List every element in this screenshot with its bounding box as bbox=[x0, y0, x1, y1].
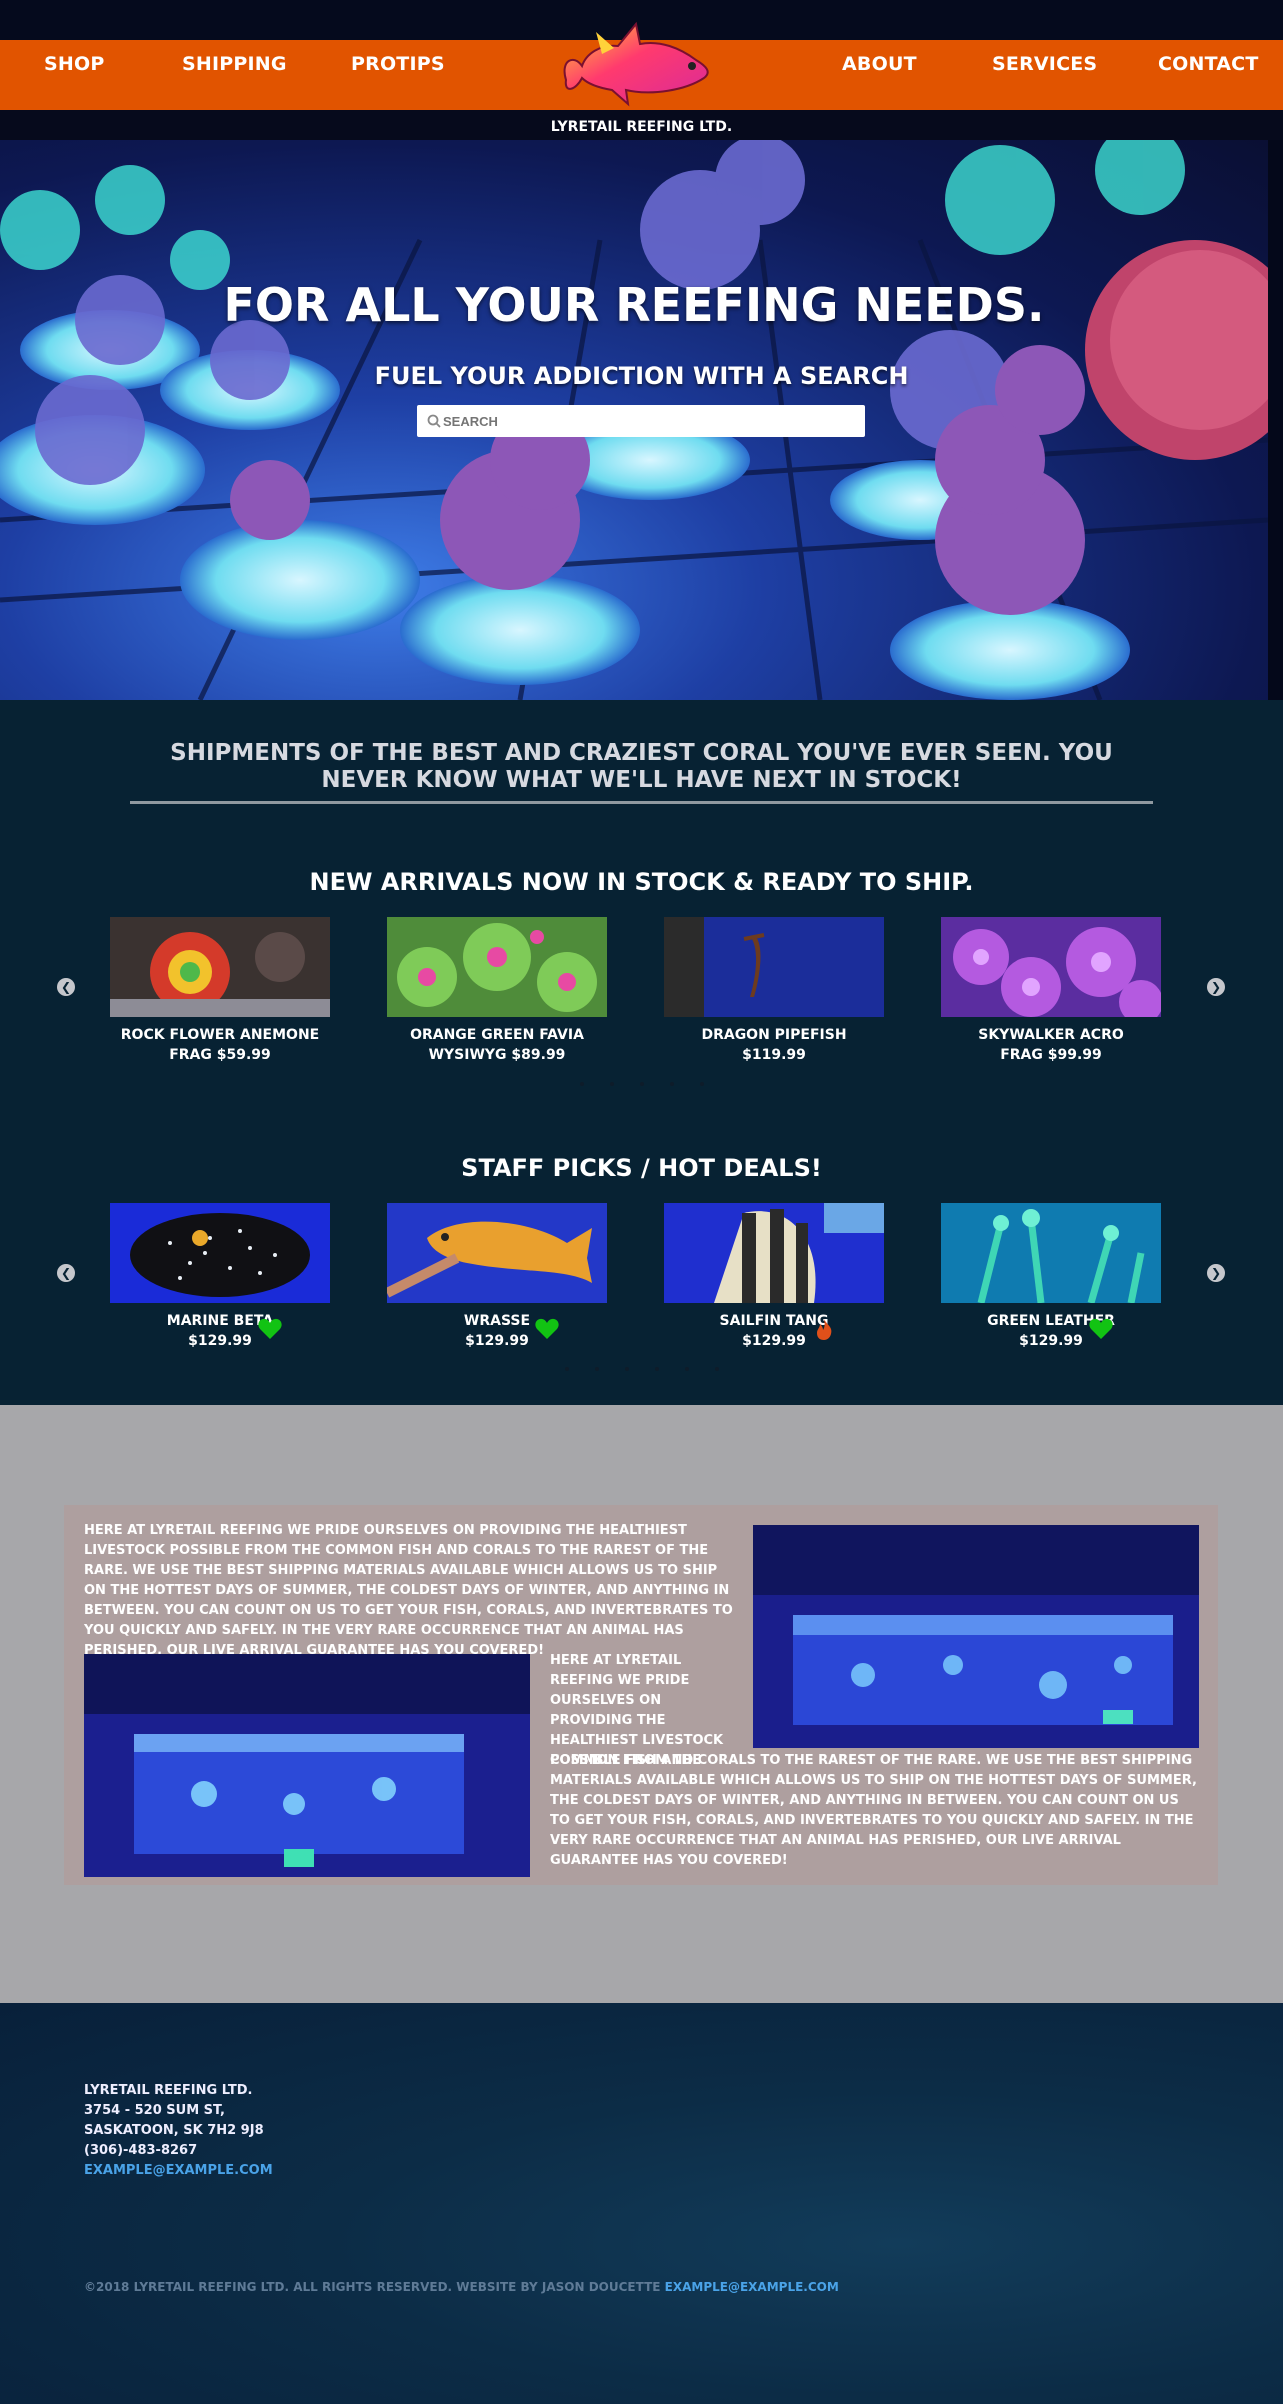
product-card[interactable]: ROCK FLOWER ANEMONE FRAG $59.99 bbox=[110, 917, 330, 1065]
carousel-dot[interactable] bbox=[624, 1367, 629, 1371]
carousel-dot[interactable] bbox=[594, 1367, 599, 1371]
product-image-wrasse[interactable] bbox=[387, 1203, 607, 1303]
tagline: SHIPMENTS OF THE BEST AND CRAZIEST CORAL… bbox=[170, 740, 1113, 793]
staff-picks-title: STAFF PICKS / HOT DEALS! bbox=[461, 1154, 822, 1182]
product-card[interactable]: DRAGON PIPEFISH $119.99 bbox=[664, 917, 884, 1065]
nav-contact[interactable]: CONTACT bbox=[1158, 53, 1259, 75]
nav-about[interactable]: ABOUT bbox=[842, 53, 917, 75]
about-paragraph-wrap-bottom: COMMON FISH AND CORALS TO THE RAREST OF … bbox=[550, 1753, 1197, 1868]
heart-icon[interactable] bbox=[257, 1317, 283, 1341]
about-box: HERE AT LYRETAIL REEFING WE PRIDE OURSEL… bbox=[64, 1505, 1218, 1885]
tagline-divider bbox=[130, 801, 1153, 804]
carousel-dot[interactable] bbox=[684, 1367, 689, 1371]
product-image-green-leather[interactable] bbox=[941, 1203, 1161, 1303]
footer-phone[interactable]: (306)-483-8267 bbox=[84, 2141, 273, 2161]
nav-services[interactable]: SERVICES bbox=[992, 53, 1097, 75]
staff-picks-carousel-dots[interactable] bbox=[0, 1367, 1283, 1371]
product-price: $129.99 bbox=[465, 1333, 529, 1349]
product-name[interactable]: DRAGON PIPEFISH bbox=[664, 1025, 884, 1045]
carousel-dot[interactable] bbox=[699, 1082, 704, 1086]
product-card[interactable]: GREEN LEATHER $129.99 bbox=[941, 1203, 1161, 1351]
search-icon bbox=[427, 414, 441, 428]
product-card[interactable]: ORANGE GREEN FAVIA WYSIWYG $89.99 bbox=[387, 917, 607, 1065]
new-arrivals-carousel-dots[interactable] bbox=[0, 1082, 1283, 1086]
product-image-skywalker-acro[interactable] bbox=[941, 917, 1161, 1017]
footer: LYRETAIL REEFING LTD. 3754 - 520 SUM ST,… bbox=[0, 2003, 1283, 2404]
footer-city: SASKATOON, SK 7H2 9J8 bbox=[84, 2123, 264, 2138]
heart-icon[interactable] bbox=[534, 1317, 560, 1341]
store-photo-left bbox=[84, 1654, 530, 1877]
product-name[interactable]: ROCK FLOWER ANEMONE bbox=[110, 1025, 330, 1045]
product-card[interactable]: SKYWALKER ACRO FRAG $99.99 bbox=[941, 917, 1161, 1065]
product-name[interactable]: MARINE BETA bbox=[110, 1311, 330, 1331]
carousel-dot[interactable] bbox=[609, 1082, 614, 1086]
hero-title: FOR ALL YOUR REEFING NEEDS. bbox=[223, 278, 1045, 332]
nav-protips[interactable]: PROTIPS bbox=[351, 53, 445, 75]
store-photo-right bbox=[753, 1525, 1199, 1748]
staff-picks-next-arrow-icon[interactable]: ❯ bbox=[1207, 1264, 1225, 1282]
copyright-text: ©2018 LYRETAIL REEFING LTD. ALL RIGHTS R… bbox=[84, 2280, 661, 2294]
product-price: $129.99 bbox=[188, 1333, 252, 1349]
new-arrivals-next-arrow-icon[interactable]: ❯ bbox=[1207, 978, 1225, 996]
product-card[interactable]: WRASSE $129.99 bbox=[387, 1203, 607, 1351]
product-image-sailfin-tang[interactable] bbox=[664, 1203, 884, 1303]
product-price: FRAG $99.99 bbox=[1000, 1047, 1102, 1063]
carousel-dot[interactable] bbox=[639, 1082, 644, 1086]
footer-email-link[interactable]: EXAMPLE@EXAMPLE.COM bbox=[84, 2163, 273, 2178]
hero-subtitle: FUEL YOUR ADDICTION WITH A SEARCH bbox=[374, 362, 909, 390]
product-name[interactable]: ORANGE GREEN FAVIA bbox=[387, 1025, 607, 1045]
carousel-dot[interactable] bbox=[579, 1082, 584, 1086]
about-section: HERE AT LYRETAIL REEFING WE PRIDE OURSEL… bbox=[0, 1405, 1283, 2003]
nav-shop[interactable]: SHOP bbox=[44, 53, 104, 75]
products-section: SHIPMENTS OF THE BEST AND CRAZIEST CORAL… bbox=[0, 700, 1283, 1405]
product-price: $129.99 bbox=[1019, 1333, 1083, 1349]
footer-contact: LYRETAIL REEFING LTD. 3754 - 520 SUM ST,… bbox=[84, 2081, 273, 2181]
product-name[interactable]: SAILFIN TANG bbox=[664, 1311, 884, 1331]
product-card[interactable]: SAILFIN TANG $129.99 bbox=[664, 1203, 884, 1351]
footer-company: LYRETAIL REEFING LTD. bbox=[84, 2083, 253, 2098]
carousel-dot[interactable] bbox=[564, 1367, 569, 1371]
carousel-dot[interactable] bbox=[669, 1082, 674, 1086]
search-input[interactable] bbox=[443, 405, 853, 437]
product-name[interactable]: GREEN LEATHER bbox=[941, 1311, 1161, 1331]
flame-icon[interactable] bbox=[811, 1317, 837, 1341]
product-image-dragon-pipefish[interactable] bbox=[664, 917, 884, 1017]
product-price: $129.99 bbox=[742, 1333, 806, 1349]
staff-picks-prev-arrow-icon[interactable]: ❮ bbox=[57, 1264, 75, 1282]
product-image-orange-green-favia[interactable] bbox=[387, 917, 607, 1017]
footer-street: 3754 - 520 SUM ST, bbox=[84, 2103, 225, 2118]
search-bar[interactable] bbox=[417, 405, 865, 437]
carousel-dot[interactable] bbox=[654, 1367, 659, 1371]
product-card[interactable]: MARINE BETA $129.99 bbox=[110, 1203, 330, 1351]
heart-icon[interactable] bbox=[1088, 1317, 1114, 1341]
product-image-marine-beta[interactable] bbox=[110, 1203, 330, 1303]
nav-shipping[interactable]: SHIPPING bbox=[182, 53, 287, 75]
brand-name-bar: LYRETAIL REEFING LTD. bbox=[0, 110, 1283, 140]
lyretail-fish-logo[interactable] bbox=[556, 10, 726, 110]
carousel-dot[interactable] bbox=[714, 1367, 719, 1371]
product-image-rock-flower-anemone[interactable] bbox=[110, 917, 330, 1017]
copyright-email-link[interactable]: EXAMPLE@EXAMPLE.COM bbox=[665, 2280, 839, 2294]
product-price: FRAG $59.99 bbox=[169, 1047, 271, 1063]
product-price: $119.99 bbox=[742, 1047, 806, 1063]
new-arrivals-title: NEW ARRIVALS NOW IN STOCK & READY TO SHI… bbox=[309, 868, 974, 896]
product-price: WYSIWYG $89.99 bbox=[428, 1047, 566, 1063]
product-name[interactable]: WRASSE bbox=[387, 1311, 607, 1331]
product-name[interactable]: SKYWALKER ACRO bbox=[941, 1025, 1161, 1045]
about-paragraph: HERE AT LYRETAIL REEFING WE PRIDE OURSEL… bbox=[84, 1523, 733, 1658]
new-arrivals-prev-arrow-icon[interactable]: ❮ bbox=[57, 978, 75, 996]
copyright-line: ©2018 LYRETAIL REEFING LTD. ALL RIGHTS R… bbox=[84, 2280, 839, 2294]
